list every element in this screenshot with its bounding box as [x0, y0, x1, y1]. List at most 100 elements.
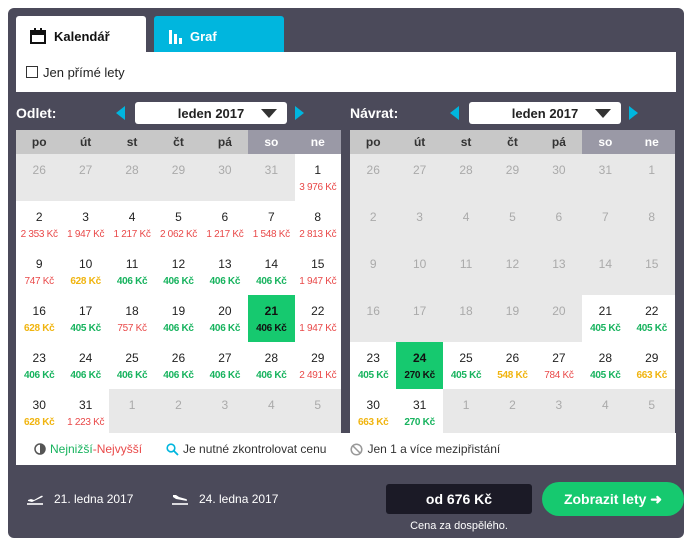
day-number: 30	[366, 398, 380, 412]
day-cell[interactable]: 18 757 Kč	[108, 295, 156, 342]
outbound-month-select[interactable]: leden 2017	[135, 102, 287, 124]
price-note: Cena za dospělého.	[410, 520, 508, 532]
day-cell[interactable]: 14 406 Kč	[248, 248, 295, 295]
day-number: 17	[78, 304, 93, 318]
search-icon	[166, 442, 179, 456]
day-price: 406 Kč	[256, 370, 287, 381]
selected-day-cell[interactable]: 21 406 Kč	[248, 295, 295, 342]
day-cell: 14	[582, 248, 629, 295]
day-cell[interactable]: 12 406 Kč	[155, 248, 202, 295]
depart-summary: 21. ledna 2017	[26, 492, 133, 506]
return-month-select[interactable]: leden 2017	[469, 102, 621, 124]
legend-lowest: Nejnižší	[50, 442, 93, 456]
day-cell[interactable]: 4 1 217 Kč	[108, 201, 156, 248]
tab-calendar-label: Kalendář	[54, 28, 110, 44]
outbound-prev-month-icon[interactable]	[116, 106, 125, 120]
day-number: 3	[221, 398, 229, 412]
day-cell: 2	[155, 389, 202, 436]
day-number: 4	[462, 210, 470, 224]
selected-day-cell[interactable]: 24 270 Kč	[396, 342, 443, 389]
day-price: 784 Kč	[544, 370, 574, 381]
day-number: 31	[264, 163, 278, 177]
day-cell[interactable]: 24 406 Kč	[62, 342, 109, 389]
day-cell[interactable]: 28 405 Kč	[582, 342, 629, 389]
day-number: 3	[82, 210, 89, 224]
day-cell[interactable]: 7 1 548 Kč	[248, 201, 295, 248]
day-cell: 26	[16, 154, 63, 201]
day-cell: 3	[396, 201, 443, 248]
day-cell[interactable]: 8 2 813 Kč	[294, 201, 341, 248]
day-cell[interactable]: 11 406 Kč	[108, 248, 156, 295]
tab-calendar[interactable]: Kalendář	[16, 16, 146, 56]
day-cell: 5	[294, 389, 341, 436]
tab-graph[interactable]: Graf	[154, 16, 284, 56]
day-cell[interactable]: 30 663 Kč	[350, 389, 397, 436]
day-cell[interactable]: 22 405 Kč	[628, 295, 675, 342]
day-price: 405 Kč	[450, 370, 482, 381]
day-cell[interactable]: 29 663 Kč	[628, 342, 675, 389]
day-number: 1	[314, 163, 322, 177]
day-price: 406 Kč	[116, 276, 148, 287]
return-prev-month-icon[interactable]	[450, 106, 459, 120]
day-cell[interactable]: 5 2 062 Kč	[155, 201, 202, 248]
day-number: 13	[218, 257, 232, 271]
day-cell[interactable]: 29 2 491 Kč	[294, 342, 341, 389]
day-cell: 2	[350, 201, 397, 248]
day-number: 2	[35, 210, 43, 224]
day-number: 25	[459, 351, 473, 365]
day-cell[interactable]: 26 406 Kč	[155, 342, 202, 389]
day-cell[interactable]: 31 270 Kč	[396, 389, 443, 436]
day-cell[interactable]: 27 784 Kč	[535, 342, 583, 389]
day-price: 1 217 Kč	[113, 229, 151, 240]
day-price: 1 223 Kč	[67, 417, 105, 428]
day-cell[interactable]: 31 1 223 Kč	[62, 389, 109, 436]
day-number: 31	[78, 398, 93, 412]
day-cell[interactable]: 10 628 Kč	[62, 248, 109, 295]
day-cell: 30	[535, 154, 583, 201]
day-cell[interactable]: 25 405 Kč	[442, 342, 490, 389]
day-number: 13	[552, 257, 566, 271]
day-number: 5	[509, 210, 516, 224]
day-cell[interactable]: 13 406 Kč	[201, 248, 249, 295]
day-cell[interactable]: 26 548 Kč	[489, 342, 536, 389]
day-cell: 29	[489, 154, 536, 201]
day-cell: 2	[489, 389, 536, 436]
day-cell[interactable]: 15 1 947 Kč	[294, 248, 341, 295]
show-flights-button[interactable]: Zobrazit lety ➜	[542, 482, 684, 516]
day-cell[interactable]: 27 406 Kč	[201, 342, 249, 389]
day-cell[interactable]: 6 1 217 Kč	[201, 201, 249, 248]
day-price: 406 Kč	[256, 276, 287, 287]
day-number: 28	[459, 163, 473, 177]
day-cell[interactable]: 22 1 947 Kč	[294, 295, 341, 342]
day-cell: 10	[396, 248, 443, 295]
total-price: od 676 Kč	[386, 484, 532, 514]
day-number: 16	[366, 304, 380, 318]
day-cell[interactable]: 21 405 Kč	[582, 295, 629, 342]
day-cell[interactable]: 19 406 Kč	[155, 295, 202, 342]
day-number: 21	[264, 304, 278, 318]
day-cell: 11	[442, 248, 490, 295]
day-cell[interactable]: 17 405 Kč	[62, 295, 109, 342]
day-cell[interactable]: 23 406 Kč	[16, 342, 63, 389]
day-cell[interactable]: 9 747 Kč	[16, 248, 63, 295]
day-cell[interactable]: 25 406 Kč	[108, 342, 156, 389]
day-cell[interactable]: 23 405 Kč	[350, 342, 397, 389]
weekday-header: so	[248, 130, 295, 154]
day-cell[interactable]: 20 406 Kč	[201, 295, 249, 342]
day-number: 7	[601, 210, 609, 224]
day-cell[interactable]: 30 628 Kč	[16, 389, 63, 436]
return-next-month-icon[interactable]	[629, 106, 638, 120]
day-number: 4	[128, 210, 136, 224]
direct-flights-checkbox[interactable]	[26, 66, 38, 78]
day-number: 3	[416, 210, 423, 224]
outbound-next-month-icon[interactable]	[295, 106, 304, 120]
day-number: 5	[648, 398, 656, 412]
day-number: 1	[128, 398, 136, 412]
day-number: 12	[171, 257, 186, 271]
day-cell[interactable]: 16 628 Kč	[16, 295, 63, 342]
day-number: 29	[171, 163, 186, 177]
day-cell[interactable]: 2 2 353 Kč	[16, 201, 63, 248]
day-cell[interactable]: 28 406 Kč	[248, 342, 295, 389]
day-cell[interactable]: 3 1 947 Kč	[62, 201, 109, 248]
day-cell[interactable]: 1 3 976 Kč	[294, 154, 341, 201]
